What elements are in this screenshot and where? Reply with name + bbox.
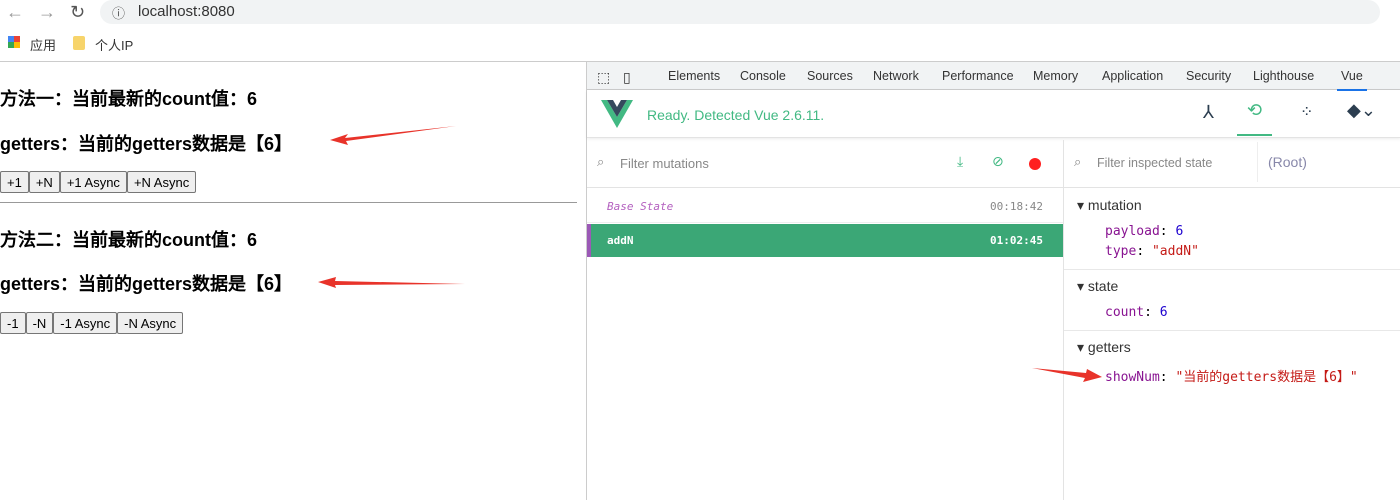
tab-console[interactable]: Console bbox=[740, 69, 786, 83]
state-section-toggle[interactable]: ▾ state bbox=[1077, 278, 1118, 295]
commit-all-icon[interactable]: ⤓ bbox=[957, 153, 963, 170]
tab-vue[interactable]: Vue bbox=[1337, 69, 1367, 91]
add-n-button[interactable]: +N bbox=[28, 171, 60, 193]
devtools-tabs: ⬚ ▯ Elements Console Sources Network Per… bbox=[587, 62, 1400, 91]
mutations-filter-bar: ⌕ Filter mutations ⤓ ⊘ bbox=[587, 140, 1063, 188]
root-select[interactable]: (Root) bbox=[1257, 142, 1400, 182]
add-1-async-button[interactable]: +1 Async bbox=[59, 171, 127, 193]
add-1-button[interactable]: +1 bbox=[0, 171, 29, 193]
tab-performance[interactable]: Performance bbox=[942, 69, 1014, 83]
add-n-async-button[interactable]: +N Async bbox=[126, 171, 197, 193]
info-icon: ⓘ bbox=[112, 6, 126, 21]
search-icon: ⌕ bbox=[597, 154, 605, 169]
revert-all-icon[interactable]: ⊘ bbox=[992, 153, 1004, 170]
vue-header: Ready. Detected Vue 2.6.11. ⅄ ⟲ ⁘ ◆⌄ bbox=[587, 90, 1400, 138]
mutation-name: Base State bbox=[607, 200, 674, 213]
events-icon[interactable]: ⁘ bbox=[1300, 102, 1313, 122]
apps-grid-icon bbox=[8, 36, 20, 48]
routing-icon[interactable]: ◆⌄ bbox=[1347, 100, 1376, 121]
search-icon: ⌕ bbox=[1074, 154, 1082, 169]
reload-icon[interactable]: ↻ bbox=[70, 2, 85, 23]
count-entry: count: 6 bbox=[1105, 305, 1168, 320]
tab-security[interactable]: Security bbox=[1186, 69, 1231, 83]
devtools-panel: ⬚ ▯ Elements Console Sources Network Per… bbox=[586, 62, 1400, 500]
address-bar[interactable]: ⓘ localhost:8080 bbox=[100, 0, 1380, 24]
horizontal-rule bbox=[0, 202, 577, 203]
bookmark-apps[interactable]: 应用 bbox=[30, 35, 56, 54]
back-icon[interactable]: ← bbox=[6, 2, 24, 23]
sub-1-button[interactable]: -1 bbox=[0, 312, 26, 334]
vue-logo-icon bbox=[601, 100, 633, 128]
divider bbox=[1064, 269, 1400, 270]
filter-mutations-input[interactable]: Filter mutations bbox=[620, 156, 709, 171]
tab-lighthouse[interactable]: Lighthouse bbox=[1253, 69, 1314, 83]
pane-divider bbox=[1063, 140, 1064, 500]
state-filter-bar: ⌕ Filter inspected state (Root) bbox=[1064, 140, 1400, 188]
sub-n-button[interactable]: -N bbox=[25, 312, 54, 334]
mutation-row-base-state[interactable]: Base State 00:18:42 bbox=[587, 190, 1063, 223]
folder-icon bbox=[73, 36, 85, 50]
button-group-add: +1 +N +1 Async +N Async bbox=[0, 171, 197, 193]
count-heading-2: 方法二：当前最新的count值：6 bbox=[0, 230, 257, 250]
shownum-entry: showNum: "当前的getters数据是【6】" bbox=[1105, 370, 1358, 385]
getters-section-toggle[interactable]: ▾ getters bbox=[1077, 339, 1131, 356]
mutation-section-toggle[interactable]: ▾ mutation bbox=[1077, 197, 1142, 214]
payload-entry: payload: 6 bbox=[1105, 224, 1184, 239]
mutation-time: 00:18:42 bbox=[990, 200, 1043, 213]
sub-n-async-button[interactable]: -N Async bbox=[117, 312, 184, 334]
type-entry: type: "addN" bbox=[1105, 244, 1199, 259]
section-title: mutation bbox=[1087, 197, 1142, 213]
forward-icon[interactable]: → bbox=[38, 2, 56, 23]
filter-state-input[interactable]: Filter inspected state bbox=[1097, 156, 1212, 170]
record-icon[interactable] bbox=[1029, 158, 1041, 170]
bookmark-personal-ip[interactable]: 个人IP bbox=[95, 35, 133, 54]
getters-heading-2: getters：当前的getters数据是【6】 bbox=[0, 274, 293, 294]
components-icon[interactable]: ⅄ bbox=[1203, 102, 1214, 123]
tab-application[interactable]: Application bbox=[1102, 69, 1163, 83]
tab-elements[interactable]: Elements bbox=[668, 69, 720, 83]
button-group-sub: -1 -N -1 Async -N Async bbox=[0, 312, 184, 334]
url-text: localhost:8080 bbox=[138, 3, 235, 20]
tab-memory[interactable]: Memory bbox=[1033, 69, 1078, 83]
count-heading-1: 方法一：当前最新的count值：6 bbox=[0, 89, 257, 109]
device-toolbar-icon[interactable]: ▯ bbox=[623, 69, 631, 86]
section-title: state bbox=[1087, 278, 1119, 294]
red-arrow-icon bbox=[330, 126, 456, 145]
section-title: getters bbox=[1087, 339, 1131, 355]
divider bbox=[1064, 330, 1400, 331]
vue-status: Ready. Detected Vue 2.6.11. bbox=[647, 107, 825, 123]
red-arrow-icon bbox=[318, 277, 465, 288]
inspect-element-icon[interactable]: ⬚ bbox=[597, 69, 610, 86]
mutation-row-addn[interactable]: addN 01:02:45 bbox=[587, 224, 1063, 257]
tab-sources[interactable]: Sources bbox=[807, 69, 853, 83]
vuex-history-icon[interactable]: ⟲ bbox=[1237, 100, 1273, 136]
mutation-name: addN bbox=[607, 234, 634, 247]
sub-1-async-button[interactable]: -1 Async bbox=[53, 312, 118, 334]
browser-toolbar: ← → ↻ ⓘ localhost:8080 bbox=[0, 0, 1400, 26]
getters-heading-1: getters：当前的getters数据是【6】 bbox=[0, 134, 293, 154]
tab-network[interactable]: Network bbox=[873, 69, 919, 83]
mutation-time: 01:02:45 bbox=[990, 234, 1043, 247]
